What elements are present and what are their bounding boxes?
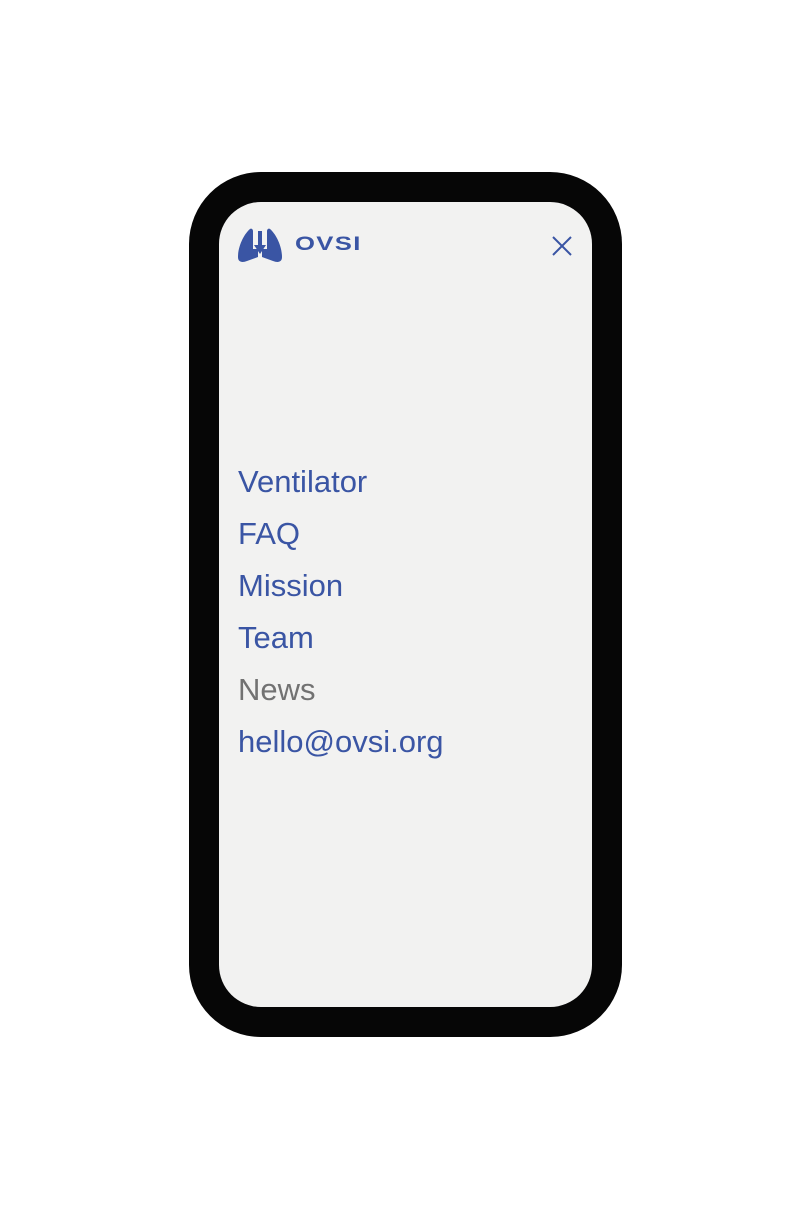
main-menu: Ventilator FAQ Mission Team News hello@o… (238, 456, 444, 768)
close-button[interactable] (550, 234, 574, 258)
close-icon (552, 236, 572, 256)
brand-name: OVSI (295, 234, 362, 255)
phone-frame: OVSI Ventilator FAQ Mission Team News he… (189, 172, 622, 1037)
menu-item-email[interactable]: hello@ovsi.org (238, 716, 444, 768)
lungs-icon (238, 228, 282, 262)
menu-item-news[interactable]: News (238, 664, 444, 716)
menu-item-team[interactable]: Team (238, 612, 444, 664)
mobile-menu-screen: OVSI Ventilator FAQ Mission Team News he… (219, 202, 592, 1007)
menu-item-ventilator[interactable]: Ventilator (238, 456, 444, 508)
ovsi-logo[interactable]: OVSI (237, 227, 360, 263)
menu-item-mission[interactable]: Mission (238, 560, 444, 612)
menu-item-faq[interactable]: FAQ (238, 508, 444, 560)
